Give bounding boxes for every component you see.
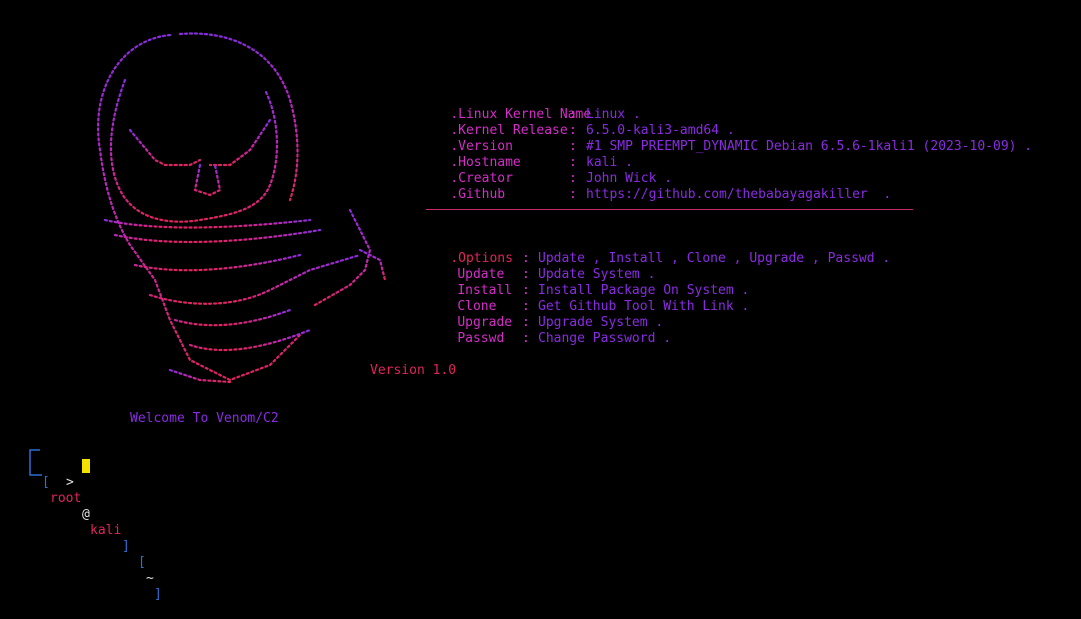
info-value: https://github.com/thebabayagakiller . bbox=[586, 187, 892, 202]
command-separator: : bbox=[522, 267, 530, 282]
input-line[interactable]: > bbox=[28, 459, 90, 490]
command-desc: Upgrade System . bbox=[538, 315, 664, 330]
options-row: .Options: Update , Install , Clone , Upgr… bbox=[419, 235, 890, 266]
info-row-version: .Version: #1 SMP PREEMPT_DYNAMIC Debian 6… bbox=[419, 123, 1032, 154]
prompt-arrow: > bbox=[66, 475, 74, 490]
info-value: #1 SMP PREEMPT_DYNAMIC Debian 6.5.6-1kal… bbox=[586, 139, 1033, 154]
text-cursor[interactable] bbox=[82, 459, 90, 473]
welcome-message: Welcome To Venom/C2 bbox=[130, 411, 279, 426]
info-row-creator: .Creator: John Wick . bbox=[419, 155, 672, 186]
prompt-line: [ root @ kali ] [ ~ ] bbox=[28, 443, 162, 602]
info-separator: : bbox=[569, 139, 577, 154]
info-row-github: .Github: https://github.com/thebabayagaki… bbox=[419, 171, 891, 202]
info-row-kernel-release: .Kernel Release:6.5.0-kali3-amd64 . bbox=[419, 107, 734, 138]
info-separator: : bbox=[569, 187, 577, 202]
command-desc: Update System . bbox=[538, 267, 656, 282]
command-separator: : bbox=[522, 299, 530, 314]
prompt-host: kali bbox=[90, 523, 122, 538]
command-row-passwd: Passwd: Change Password . bbox=[426, 315, 671, 346]
info-separator: : bbox=[569, 107, 577, 122]
command-desc: Get Github Tool With Link . bbox=[538, 299, 750, 314]
divider-line bbox=[426, 209, 913, 210]
command-desc: Change Password . bbox=[538, 331, 672, 346]
command-row-update: Update: Update System . bbox=[426, 251, 655, 282]
info-key: .Github bbox=[450, 187, 506, 202]
info-separator: : bbox=[569, 123, 577, 138]
prompt-bracket-close: ] bbox=[122, 539, 130, 554]
prompt-dir-close: ] bbox=[154, 587, 162, 602]
info-value: kali . bbox=[586, 155, 633, 170]
options-list: Update , Install , Clone , Upgrade , Pas… bbox=[538, 251, 891, 266]
info-row-hostname: .Hostname: kali . bbox=[419, 139, 633, 170]
command-row-install: Install: Install Package On System . bbox=[426, 267, 749, 298]
info-value: Linux . bbox=[586, 107, 641, 122]
command-row-clone: Clone: Get Github Tool With Link . bbox=[426, 283, 749, 314]
info-value: John Wick . bbox=[586, 171, 673, 186]
prompt-dir-open: [ bbox=[138, 555, 146, 570]
command-separator: : bbox=[522, 331, 530, 346]
command-name: Passwd bbox=[457, 331, 505, 346]
info-separator: : bbox=[569, 155, 577, 170]
command-desc: Install Package On System . bbox=[538, 283, 750, 298]
command-row-upgrade: Upgrade: Upgrade System . bbox=[426, 299, 663, 330]
command-separator: : bbox=[522, 315, 530, 330]
command-separator: : bbox=[522, 283, 530, 298]
info-separator: : bbox=[569, 171, 577, 186]
info-row-kernel-name: .Linux Kernel Name: Linux . bbox=[419, 91, 640, 122]
prompt-dir: ~ bbox=[146, 571, 154, 586]
version-label: Version 1.0 bbox=[370, 363, 457, 378]
terminal-window[interactable]: .Linux Kernel Name: Linux . .Kernel Relea… bbox=[0, 0, 1081, 602]
info-value: 6.5.0-kali3-amd64 . bbox=[586, 123, 735, 138]
prompt-at: @ bbox=[82, 507, 90, 522]
venom-ascii-logo bbox=[97, 32, 387, 384]
options-separator: : bbox=[522, 251, 530, 266]
